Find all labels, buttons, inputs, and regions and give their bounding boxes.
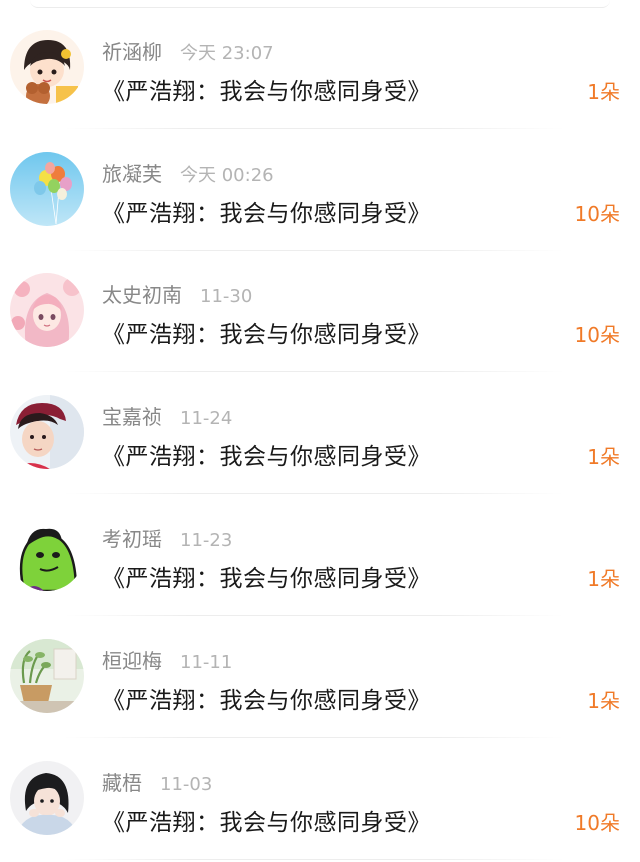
anime-girl-avatar-icon [10,273,84,347]
divider [64,859,564,860]
gift-time: 11-30 [200,286,253,307]
balloons-avatar-icon [10,152,84,226]
flower-count: 10朵 [574,811,620,835]
avatar[interactable] [10,517,84,591]
flower-count: 10朵 [574,323,620,347]
girl-photo-avatar-icon [10,761,84,835]
gift-time: 今天 23:07 [180,43,274,64]
flower-count: 1朵 [587,445,620,469]
user-name[interactable]: 藏梧 [102,771,142,795]
gift-time: 今天 00:26 [180,165,274,186]
list-item[interactable]: 考初瑶 11-23 《严浩翔：我会与你感同身受》 1朵 [0,487,640,616]
cartoon-girl-avatar-icon [10,30,84,104]
gift-time: 11-23 [180,530,233,551]
gift-time: 11-11 [180,652,233,673]
item-meta: 考初瑶 11-23 [102,523,232,551]
avatar[interactable] [10,761,84,835]
work-title[interactable]: 《严浩翔：我会与你感同身受》 [102,72,431,106]
item-meta: 藏梧 11-03 [102,767,212,795]
item-meta: 祈涵柳 今天 23:07 [102,36,274,64]
list-item[interactable]: 宝嘉祯 11-24 《严浩翔：我会与你感同身受》 1朵 [0,365,640,494]
list-item[interactable]: 藏梧 11-03 《严浩翔：我会与你感同身受》 10朵 [0,731,640,860]
list-item[interactable]: 桓迎梅 11-11 《严浩翔：我会与你感同身受》 1朵 [0,609,640,738]
flower-count: 1朵 [587,80,620,104]
user-name[interactable]: 桓迎梅 [102,649,162,673]
avatar[interactable] [10,152,84,226]
gift-time: 11-24 [180,408,233,429]
gift-time: 11-03 [160,774,213,795]
work-title[interactable]: 《严浩翔：我会与你感同身受》 [102,194,431,228]
flower-count: 10朵 [574,202,620,226]
item-meta: 桓迎梅 11-11 [102,645,232,673]
item-meta: 宝嘉祯 11-24 [102,401,232,429]
flower-count: 1朵 [587,689,620,713]
work-title[interactable]: 《严浩翔：我会与你感同身受》 [102,437,431,471]
green-monster-avatar-icon [10,517,84,591]
item-meta: 太史初南 11-30 [102,279,252,307]
list-item[interactable]: 太史初南 11-30 《严浩翔：我会与你感同身受》 10朵 [0,243,640,372]
user-name[interactable]: 太史初南 [102,283,182,307]
list-item[interactable]: 旅凝芙 今天 00:26 《严浩翔：我会与你感同身受》 10朵 [0,122,640,251]
item-meta: 旅凝芙 今天 00:26 [102,158,274,186]
avatar[interactable] [10,30,84,104]
user-name[interactable]: 宝嘉祯 [102,405,162,429]
work-title[interactable]: 《严浩翔：我会与你感同身受》 [102,681,431,715]
user-name[interactable]: 考初瑶 [102,527,162,551]
avatar[interactable] [10,273,84,347]
work-title[interactable]: 《严浩翔：我会与你感同身受》 [102,559,431,593]
work-title[interactable]: 《严浩翔：我会与你感同身受》 [102,803,431,837]
list-item[interactable]: 祈涵柳 今天 23:07 《严浩翔：我会与你感同身受》 1朵 [0,0,640,129]
flower-count: 1朵 [587,567,620,591]
avatar[interactable] [10,395,84,469]
work-title[interactable]: 《严浩翔：我会与你感同身受》 [102,315,431,349]
plant-photo-avatar-icon [10,639,84,713]
user-name[interactable]: 祈涵柳 [102,40,162,64]
avatar[interactable] [10,639,84,713]
boy-portrait-avatar-icon [10,395,84,469]
user-name[interactable]: 旅凝芙 [102,162,162,186]
